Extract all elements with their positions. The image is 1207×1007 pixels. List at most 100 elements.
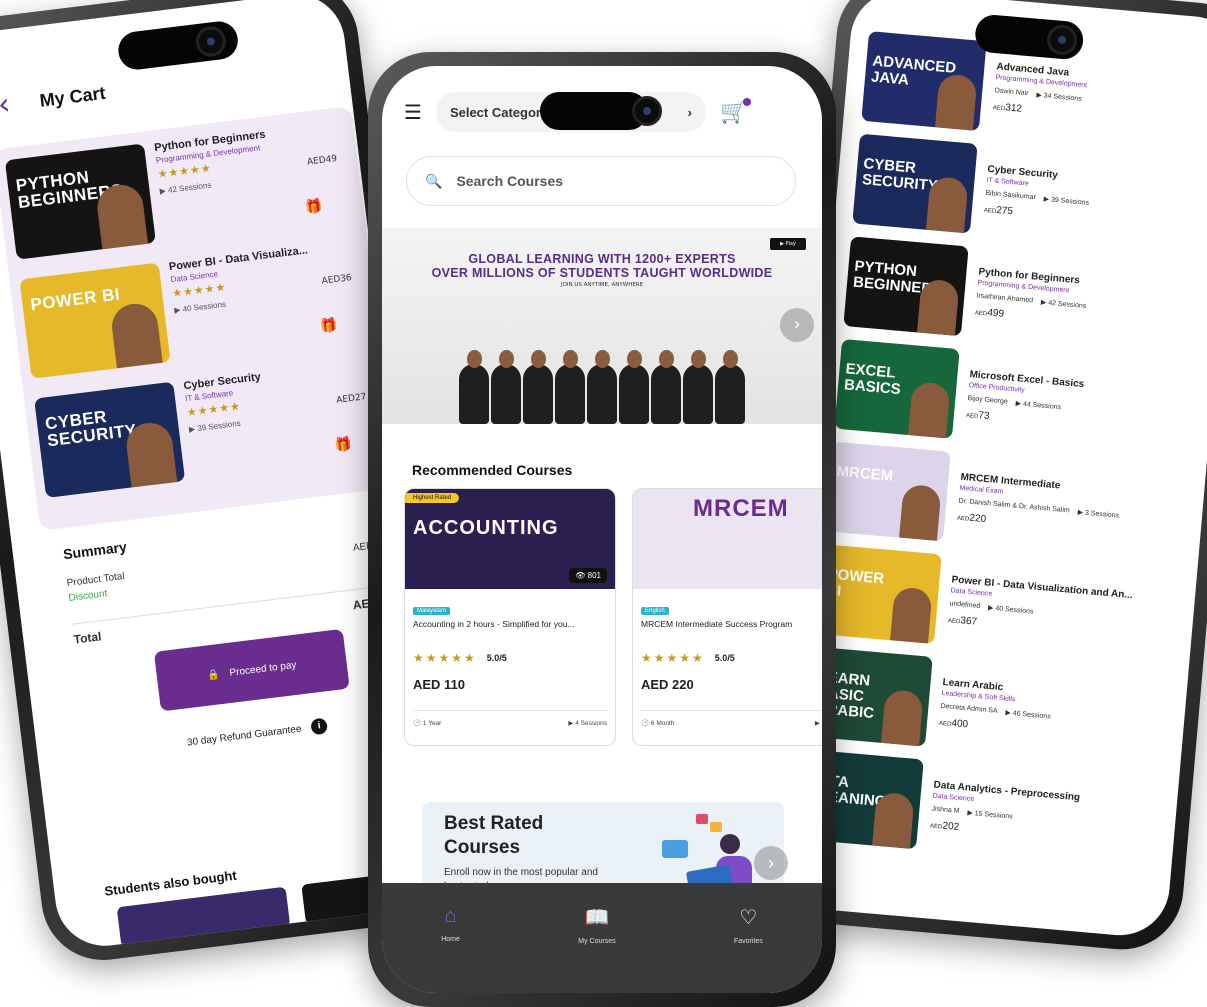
course-thumbnail[interactable]: MRCEM (825, 441, 951, 541)
course-info: Python for Beginners Programming & Devel… (975, 267, 1089, 327)
home-icon: ⌂ (444, 905, 457, 927)
course-image: Highest Rated ACCOUNTING 👁 801 (405, 489, 615, 589)
search-bar[interactable]: 🔍 Search Courses (406, 156, 796, 206)
instructor-photo (109, 301, 163, 369)
banner-next-arrow-icon[interactable]: › (780, 308, 814, 342)
page-title: My Cart (38, 82, 107, 111)
course-thumbnail[interactable]: EXCEL BASICS (834, 338, 960, 439)
search-placeholder: Search Courses (456, 173, 564, 189)
best-rated-title: Best Rated Courses (444, 813, 544, 858)
course-list-screen: ADVANCED JAVA Advanced Java Programming … (774, 0, 1207, 940)
cart-header: ‹ My Cart (0, 78, 107, 123)
tab-my-courses[interactable]: 📖 My Courses (578, 905, 615, 945)
bottom-tab-bar: ⌂ Home 📖 My Courses ♡ Favorites (382, 883, 822, 993)
promo-banner[interactable]: ▶ Play GLOBAL LEARNING WITH 1200+ EXPERT… (382, 228, 822, 424)
rating-row: ★★★★★ 5.0/5 (641, 651, 822, 665)
tab-home-label: Home (441, 936, 460, 943)
course-card[interactable]: Highest Rated ACCOUNTING 👁 801 Malayalam… (404, 488, 616, 746)
instructor-name: Jishna M (931, 805, 960, 815)
refund-guarantee: 30 day Refund Guarantee i (186, 717, 329, 750)
instructor-name: Oswin Nair (994, 87, 1029, 98)
image-title: ACCOUNTING (413, 517, 559, 539)
duration: 🕒 6 Month (641, 720, 675, 727)
thumbnail-title: EXCEL BASICS (843, 359, 902, 398)
marketing-stage: ‹ My Cart PYTHON BEGINNERS Python for Be… (0, 0, 1207, 1007)
course-info: Cyber Security IT & Software Bibin Sasik… (984, 164, 1092, 224)
tab-favorites-label: Favorites (734, 938, 763, 945)
rating-row: ★★★★★ 5.0/5 (413, 651, 607, 665)
proceed-to-pay-button[interactable]: 🔒 Proceed to pay (153, 628, 350, 712)
course-card[interactable]: MRCEM English MRCEM Intermediate Success… (632, 488, 822, 746)
instructor-name: Bijoy George (967, 395, 1009, 406)
course-card-footer: 🕒 6 Month ▶ 3 Se (641, 710, 822, 727)
course-title: Accounting in 2 hours - Simplified for y… (413, 619, 575, 629)
course-title: MRCEM Intermediate Success Program (641, 619, 793, 629)
thumbnail-title: PYTHON BEGINNERS (14, 167, 125, 213)
thumbnail-title: CYBER SECURITY (861, 154, 939, 195)
course-card-body: English MRCEM Intermediate Success Progr… (633, 589, 822, 737)
center-phone: ☰ Select Category › 🛒 🔍 Search Courses ▶… (368, 52, 836, 1007)
view-count: 👁 801 (569, 568, 607, 583)
menu-icon[interactable]: ☰ (404, 100, 422, 124)
thumbnail-title: POWER BI (826, 565, 885, 599)
course-thumbnail[interactable]: PYTHON BEGINNERS (843, 235, 969, 336)
total-label: Total (72, 629, 103, 647)
course-info: Microsoft Excel - Basics Office Producti… (966, 369, 1085, 430)
course-thumbnail[interactable]: ADVANCED JAVA (861, 30, 987, 131)
course-info: Data Analytics - Preprocessing Data Scie… (930, 780, 1081, 844)
course-thumbnail[interactable]: POWER BI (19, 262, 171, 379)
info-icon[interactable]: i (310, 717, 329, 736)
course-price: AED275 (983, 204, 1014, 218)
course-card-footer: 🕒 1 Year ▶ 4 Sessions (413, 710, 607, 727)
lock-icon: 🔒 (206, 668, 221, 682)
course-price: AED400 (938, 717, 969, 731)
course-thumbnail[interactable]: CYBER SECURITY (34, 381, 186, 498)
rating-value: 5.0/5 (714, 653, 735, 663)
gift-icon[interactable]: 🎁 (304, 198, 323, 216)
camera-icon (632, 96, 662, 126)
instructor-photo (908, 380, 951, 438)
tab-home[interactable]: ⌂ Home (441, 905, 460, 943)
gift-icon[interactable]: 🎁 (319, 317, 338, 335)
session-count: ▶ 40 Sessions (987, 604, 1034, 616)
session-count: ▶ 4 Sessions (568, 720, 607, 727)
instructor-name: Decreta Admin SA (940, 702, 998, 715)
image-title: MRCEM (693, 495, 789, 522)
gift-icon[interactable]: 🎁 (334, 436, 353, 454)
instructor-photo (881, 688, 924, 746)
home-screen: ☰ Select Category › 🛒 🔍 Search Courses ▶… (382, 66, 822, 993)
session-count: ▶ 3 Se (814, 720, 822, 727)
course-price: AED312 (992, 102, 1023, 115)
banner-subtext: JOIN US ANYTIME, ANYWHERE (560, 282, 644, 288)
course-thumbnail[interactable]: PYTHON BEGINNERS (4, 143, 156, 260)
language-badge: Malayalam (413, 607, 451, 615)
recommended-title: Recommended Courses (412, 462, 573, 478)
cart-list: PYTHON BEGINNERS Python for Beginners Pr… (0, 105, 398, 531)
course-card-body: Malayalam Accounting in 2 hours - Simpli… (405, 589, 615, 737)
instructor-photo (935, 72, 978, 130)
instructor-name: Irsathiran Ahamed (976, 292, 1034, 305)
category-select-label: Select Category (449, 104, 549, 120)
tab-favorites[interactable]: ♡ Favorites (734, 905, 763, 945)
instructor-photo (926, 175, 969, 233)
banner-headline-2: OVER MILLIONS OF STUDENTS TAUGHT WORLDWI… (431, 266, 773, 280)
course-thumbnail[interactable]: CYBER SECURITY (852, 133, 978, 234)
thumbnail-title: CYBER SECURITY (44, 407, 138, 451)
also-bought-card[interactable] (116, 886, 291, 948)
search-icon: 🔍 (425, 172, 443, 189)
course-price: AED 110 (413, 677, 466, 692)
session-count: ▶ 44 Sessions (1015, 400, 1062, 412)
banner-headline-1: GLOBAL LEARNING WITH 1200+ EXPERTS (468, 252, 736, 266)
instructor-photo (872, 791, 915, 849)
session-count: ▶ 42 Sessions (1040, 299, 1087, 311)
instructor-photo (917, 278, 960, 336)
back-arrow-icon[interactable]: ‹ (0, 87, 12, 123)
star-rating-icon: ★★★★★ (413, 651, 477, 665)
thumbnail-title: POWER BI (29, 284, 122, 315)
refund-text: 30 day Refund Guarantee (186, 723, 303, 749)
instructor-photo (124, 420, 178, 488)
book-icon: 📖 (584, 907, 610, 929)
cart-icon[interactable]: 🛒 (720, 97, 752, 125)
course-info: Power BI - Data Visualization and An... … (948, 574, 1133, 641)
course-list: ADVANCED JAVA Advanced Java Programming … (798, 24, 1207, 878)
